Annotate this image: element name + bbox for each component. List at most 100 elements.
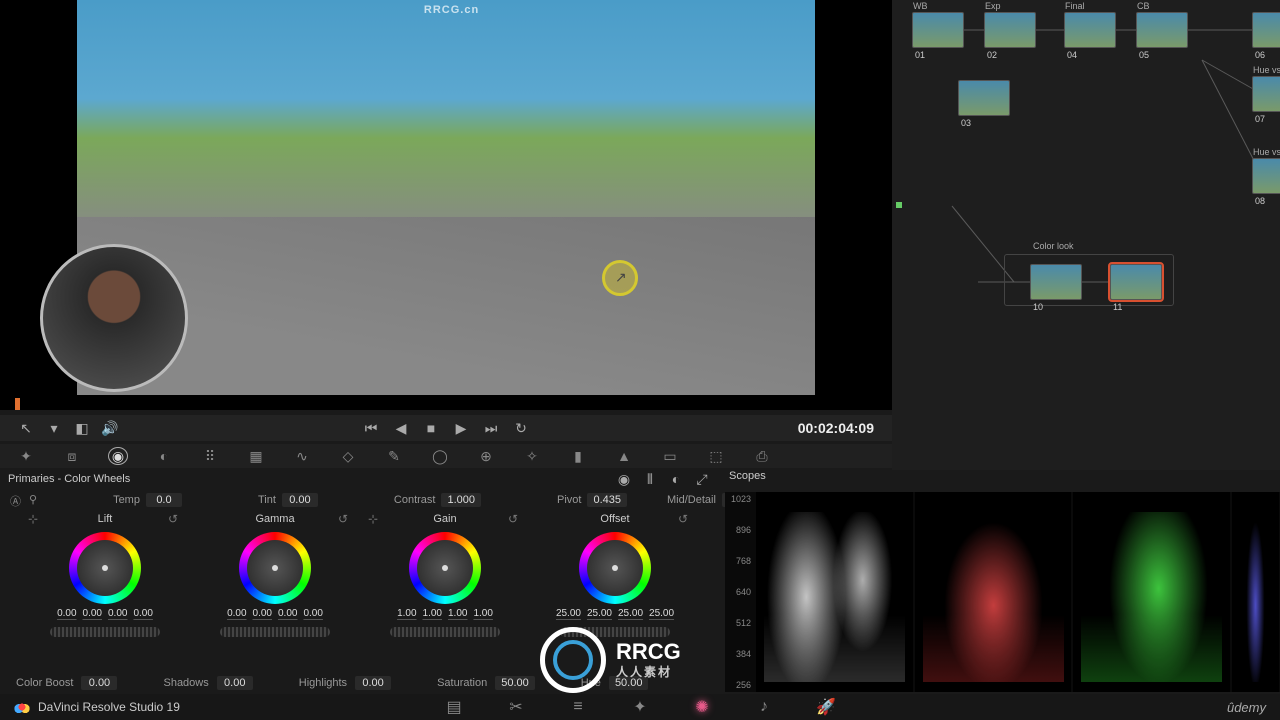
gain-jog[interactable] [390, 627, 500, 637]
tool-warper-icon[interactable]: ◇ [338, 447, 358, 465]
nav-edit-icon[interactable]: ≡ [569, 698, 587, 716]
node-number: 01 [915, 50, 925, 60]
tool-camera-icon[interactable]: ⎙ [752, 447, 772, 465]
last-frame-icon[interactable]: ⏭ [483, 420, 499, 436]
tool-blur-icon[interactable]: ▮ [568, 447, 588, 465]
lift-jog[interactable] [50, 627, 160, 637]
tool-sizing-icon[interactable]: ▭ [660, 447, 680, 465]
gain-wheel[interactable] [409, 532, 481, 604]
tool-magic-mask-icon[interactable]: ✧ [522, 447, 542, 465]
scopes-panel: 1023896768640512384256 [725, 492, 1280, 692]
scope-green[interactable] [1073, 492, 1230, 692]
highlights-value[interactable]: 0.00 [355, 676, 391, 690]
pick-white-icon[interactable]: ⚲ [29, 493, 37, 507]
temp-value[interactable]: 0.0 [146, 493, 182, 507]
tool-hdr-icon[interactable]: ◐ [154, 447, 174, 465]
tool-motion-icon[interactable]: ▦ [246, 447, 266, 465]
node-03[interactable]: 03 [958, 80, 1010, 116]
offset-values[interactable]: 25.0025.0025.0025.00 [556, 608, 674, 619]
gain-picker-icon[interactable]: ⊹ [368, 512, 382, 526]
timeline-scrubber[interactable] [10, 398, 880, 412]
tool-color-wheels-icon[interactable]: ◉ [108, 447, 128, 465]
lift-values[interactable]: 0.000.000.000.00 [57, 608, 153, 619]
tool-primaries-bars-icon[interactable]: ⧈ [62, 447, 82, 465]
node-05[interactable]: 05CB [1136, 12, 1188, 48]
first-frame-icon[interactable]: ⏮ [363, 420, 379, 436]
node-graph[interactable]: Color look 01WB02Exp0304Final05CB0607Hue… [892, 0, 1280, 470]
tool-curves-icon[interactable]: ✦ [16, 447, 36, 465]
wheel-expand-icon[interactable]: ⤢ [694, 471, 710, 487]
gain-title: Gain [433, 513, 456, 525]
node-06[interactable]: 06 [1252, 12, 1280, 48]
node-number: 11 [1113, 302, 1122, 312]
nav-media-icon[interactable]: ▤ [445, 698, 463, 716]
wheel-mode2-icon[interactable]: ⦀ [642, 471, 658, 487]
audio-icon[interactable]: 🔊 [102, 420, 118, 436]
offset-title: Offset [600, 513, 629, 525]
lift-wheel[interactable] [69, 532, 141, 604]
node-number: 07 [1255, 114, 1265, 124]
scope-luma[interactable] [756, 492, 913, 692]
pivot-value[interactable]: 0.435 [587, 493, 627, 507]
play-icon[interactable]: ▶ [453, 420, 469, 436]
offset-reset-icon[interactable]: ↺ [678, 512, 692, 526]
loop-icon[interactable]: ↻ [513, 420, 529, 436]
hue-value[interactable]: 50.00 [609, 676, 649, 690]
play-reverse-icon[interactable]: ◀ [393, 420, 409, 436]
offset-wheel[interactable] [579, 532, 651, 604]
saturation-value[interactable]: 50.00 [495, 676, 535, 690]
lift-picker-icon[interactable]: ⊹ [28, 512, 42, 526]
tool-key-icon[interactable]: ▲ [614, 447, 634, 465]
lift-title: Lift [98, 513, 113, 525]
stop-icon[interactable]: ■ [423, 420, 439, 436]
viewer-canvas[interactable]: RRCG.cn [77, 0, 815, 395]
gain-values[interactable]: 1.001.001.001.00 [397, 608, 493, 619]
shadows-value[interactable]: 0.00 [217, 676, 253, 690]
gamma-jog[interactable] [220, 627, 330, 637]
node-07[interactable]: 07Hue vs [1252, 76, 1280, 112]
gamma-values[interactable]: 0.000.000.000.00 [227, 608, 323, 619]
auto-balance-icon[interactable]: Ⓐ [10, 493, 21, 507]
node-04[interactable]: 04Final [1064, 12, 1116, 48]
contrast-value[interactable]: 1.000 [441, 493, 481, 507]
node-number: 06 [1255, 50, 1265, 60]
lift-reset-icon[interactable]: ↺ [168, 512, 182, 526]
playhead-icon[interactable] [15, 398, 20, 410]
split-view-icon[interactable]: ◧ [74, 420, 90, 436]
davinci-logo-icon[interactable] [14, 699, 30, 715]
timecode-display[interactable]: 00:02:04:09 [798, 420, 874, 436]
node-10[interactable]: 10 [1030, 264, 1082, 300]
tool-3d-icon[interactable]: ⬚ [706, 447, 726, 465]
tool-rgb-mixer-icon[interactable]: ⠿ [200, 447, 220, 465]
node-01[interactable]: 01WB [912, 12, 964, 48]
nav-color-icon[interactable]: ✺ [693, 698, 711, 716]
gamma-reset-icon[interactable]: ↺ [338, 512, 352, 526]
wheel-mode3-icon[interactable]: ◐ [668, 471, 684, 487]
graph-input-icon[interactable] [896, 202, 902, 208]
offset-jog[interactable] [560, 627, 670, 637]
temp-label: Temp [113, 494, 140, 506]
wheel-mode1-icon[interactable]: ◉ [616, 471, 632, 487]
nav-cut-icon[interactable]: ✂ [507, 698, 525, 716]
nav-fusion-icon[interactable]: ✦ [631, 698, 649, 716]
tool-window-icon[interactable]: ◯ [430, 447, 450, 465]
overlay-toggle-icon[interactable]: ▾ [46, 420, 62, 436]
colorboost-value[interactable]: 0.00 [81, 676, 117, 690]
nav-deliver-icon[interactable]: 🚀 [817, 698, 835, 716]
tool-curves2-icon[interactable]: ∿ [292, 447, 312, 465]
color-tool-row: ✦ ⧈ ◉ ◐ ⠿ ▦ ∿ ◇ ✎ ◯ ⊕ ✧ ▮ ▲ ▭ ⬚ ⎙ [0, 444, 892, 468]
tint-label: Tint [258, 494, 276, 506]
node-08[interactable]: 08Hue vs [1252, 158, 1280, 194]
tool-tracker-icon[interactable]: ⊕ [476, 447, 496, 465]
node-11[interactable]: 11 [1110, 264, 1162, 300]
scope-red[interactable] [915, 492, 1072, 692]
scope-blue[interactable] [1232, 492, 1279, 692]
tool-qualifier-icon[interactable]: ✎ [384, 447, 404, 465]
primaries-title: Primaries - Color Wheels [8, 473, 130, 485]
tint-value[interactable]: 0.00 [282, 493, 318, 507]
nav-fairlight-icon[interactable]: ♪ [755, 698, 773, 716]
picker-icon[interactable]: ↖ [18, 420, 34, 436]
gamma-wheel[interactable] [239, 532, 311, 604]
gain-reset-icon[interactable]: ↺ [508, 512, 522, 526]
node-02[interactable]: 02Exp [984, 12, 1036, 48]
